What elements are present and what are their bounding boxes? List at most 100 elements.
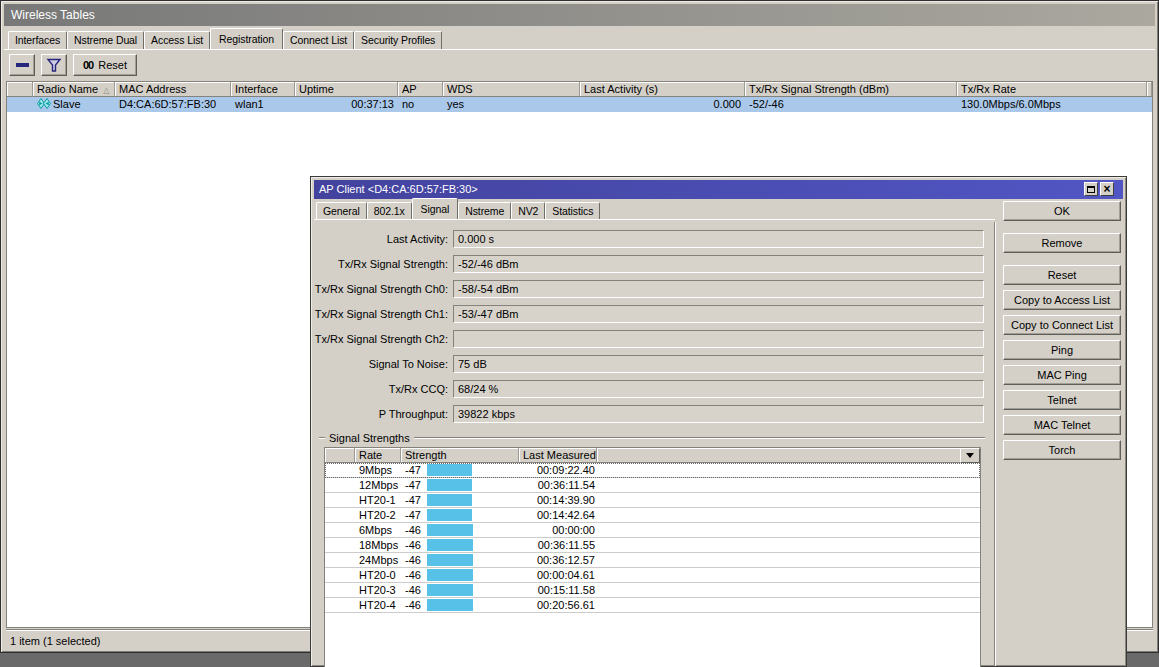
signal-row[interactable]: 9Mbps-4700:09:22.40	[325, 463, 980, 478]
signal-cell-last-measured: 00:20:56.61	[519, 598, 597, 612]
sort-ascending-icon: △	[103, 86, 109, 95]
strength-text: -46	[405, 599, 421, 611]
signal-col-strength[interactable]: Strength	[401, 448, 519, 463]
cell-text: yes	[447, 98, 464, 110]
remove-entry-button[interactable]	[9, 54, 35, 76]
strength-text: -47	[405, 494, 421, 506]
signal-col-spacer	[325, 448, 355, 463]
ok-button[interactable]: OK	[1003, 201, 1121, 221]
window-title: Wireless Tables	[4, 4, 1155, 26]
field-label: Tx/Rx Signal Strength Ch2:	[311, 330, 448, 348]
field-value[interactable]	[453, 330, 984, 348]
strength-text: -47	[405, 479, 421, 491]
signal-cell-rate: HT20-1	[355, 493, 401, 507]
column-header-label: Interface	[235, 83, 278, 95]
signal-row[interactable]: HT20-3-4600:15:11.58	[325, 583, 980, 598]
signal-cell-rate: HT20-0	[355, 568, 401, 582]
signal-cell-spacer	[325, 583, 355, 597]
dialog-tab-signal[interactable]: Signal	[412, 198, 459, 219]
cell-tx-rx-rate: 130.0Mbps/6.0Mbps	[957, 97, 1147, 112]
dialog-tab-802-1x[interactable]: 802.1x	[367, 202, 412, 219]
column-header-interface[interactable]: Interface	[231, 82, 295, 97]
signal-row[interactable]: 12Mbps-4700:36:11.54	[325, 478, 980, 493]
cell-last-activity: 0.000	[580, 97, 745, 112]
cell-text: -52/-46	[749, 98, 784, 110]
filter-button[interactable]	[41, 54, 67, 76]
signal-col-label: Strength	[405, 449, 447, 461]
signal-cell-rate: 18Mbps	[355, 538, 401, 552]
column-header-uptime[interactable]: Uptime	[295, 82, 398, 97]
signal-row[interactable]: 18Mbps-4600:36:11.55	[325, 538, 980, 553]
column-header-last-activity[interactable]: Last Activity (s)	[580, 82, 745, 97]
group-label: Signal Strengths	[325, 432, 414, 444]
ping-button[interactable]: Ping	[1003, 340, 1121, 360]
field-value[interactable]: -53/-47 dBm	[453, 305, 984, 323]
column-header-tx-rx-signal[interactable]: Tx/Rx Signal Strength (dBm)	[745, 82, 957, 97]
field-value[interactable]: 0.000 s	[453, 230, 984, 248]
cell-tx-rx-signal: -52/-46	[745, 97, 957, 112]
dialog-tab-general[interactable]: General	[316, 202, 367, 219]
column-header-icon[interactable]	[7, 82, 33, 97]
tab-security-profiles[interactable]: Security Profiles	[354, 31, 442, 49]
torch-button[interactable]: Torch	[1003, 440, 1121, 460]
reset-button[interactable]: 00 Reset	[73, 54, 137, 76]
last-measured-text: 00:15:11.58	[538, 584, 595, 596]
tab-nstreme-dual[interactable]: Nstreme Dual	[67, 31, 144, 49]
signal-cell-rate: HT20-4	[355, 598, 401, 612]
copy-to-connect-list-button[interactable]: Copy to Connect List	[1003, 315, 1121, 335]
reset-button[interactable]: Reset	[1003, 265, 1121, 285]
close-button[interactable]: ×	[1100, 182, 1114, 196]
signal-col-last-measured[interactable]: Last Measured	[519, 448, 597, 463]
signal-row[interactable]: HT20-1 -47 00:14:39.90	[325, 493, 980, 508]
column-header-radio-name[interactable]: Radio Name△	[33, 82, 115, 97]
signal-col-rate[interactable]: Rate	[355, 448, 401, 463]
column-header-mac-address[interactable]: MAC Address	[115, 82, 231, 97]
remove-button[interactable]: Remove	[1003, 233, 1121, 253]
table-row[interactable]: SlaveD4:CA:6D:57:FB:30wlan100:37:13noyes…	[7, 97, 1152, 112]
dialog-tab-nstreme[interactable]: Nstreme	[458, 202, 511, 219]
signal-col-label: Rate	[359, 449, 382, 461]
dialog-tab-statistics[interactable]: Statistics	[545, 202, 600, 219]
copy-to-access-list-button[interactable]: Copy to Access List	[1003, 290, 1121, 310]
signal-strengths-group: Signal Strengths	[319, 432, 985, 443]
tab-access-list[interactable]: Access List	[144, 31, 210, 49]
field-value[interactable]: 75 dB	[453, 355, 984, 373]
signal-cell-last-measured: 00:09:22.40	[519, 463, 597, 477]
field-value[interactable]: -52/-46 dBm	[453, 255, 984, 273]
maximize-button[interactable]	[1084, 182, 1098, 196]
rate-text: 18Mbps	[359, 539, 398, 551]
signal-row[interactable]: HT20-0-4600:00:04.61	[325, 568, 980, 583]
mac-ping-button[interactable]: MAC Ping	[1003, 365, 1121, 385]
tab-registration[interactable]: Registration	[210, 28, 283, 49]
signal-cell-strength: -46	[401, 538, 519, 552]
strength-bar	[427, 464, 472, 476]
signal-row[interactable]: HT20-4 -46 00:20:56.61	[325, 598, 980, 613]
column-header-wds[interactable]: WDS	[443, 82, 580, 97]
signal-cell-last-measured: 00:15:11.58	[519, 583, 597, 597]
mac-telnet-button[interactable]: MAC Telnet	[1003, 415, 1121, 435]
field-label: Tx/Rx CCQ:	[311, 380, 448, 398]
last-measured-text: 00:09:22.40	[537, 464, 595, 476]
rate-text: 12Mbps	[359, 479, 398, 491]
column-header-ap[interactable]: AP	[398, 82, 443, 97]
rate-text: HT20-0	[359, 569, 396, 581]
column-header-label: AP	[402, 83, 417, 95]
column-select-button[interactable]	[960, 448, 980, 463]
dialog-divider	[994, 222, 996, 666]
field-value[interactable]: 68/24 %	[453, 380, 984, 398]
cell-text: 00:37:13	[351, 98, 394, 110]
tab-interfaces[interactable]: Interfaces	[8, 31, 67, 49]
telnet-button[interactable]: Telnet	[1003, 390, 1121, 410]
column-header-tx-rx-rate[interactable]: Tx/Rx Rate	[957, 82, 1147, 97]
field-value[interactable]: -58/-54 dBm	[453, 280, 984, 298]
dialog-tab-nv2[interactable]: NV2	[511, 202, 545, 219]
signal-row[interactable]: 6Mbps-4600:00:00	[325, 523, 980, 538]
signal-row[interactable]: 24Mbps-4600:36:12.57	[325, 553, 980, 568]
cell-text: 130.0Mbps/6.0Mbps	[961, 98, 1061, 110]
signal-cell-last-measured: 00:14:39.90	[519, 493, 597, 507]
tab-connect-list[interactable]: Connect List	[283, 31, 354, 49]
field-value[interactable]: 39822 kbps	[453, 405, 984, 423]
signal-row[interactable]: HT20-2-4700:14:42.64	[325, 508, 980, 523]
main-tab-bar: InterfacesNstreme DualAccess ListRegistr…	[8, 31, 442, 49]
signal-cell-last-measured: 00:36:11.55	[519, 538, 597, 552]
